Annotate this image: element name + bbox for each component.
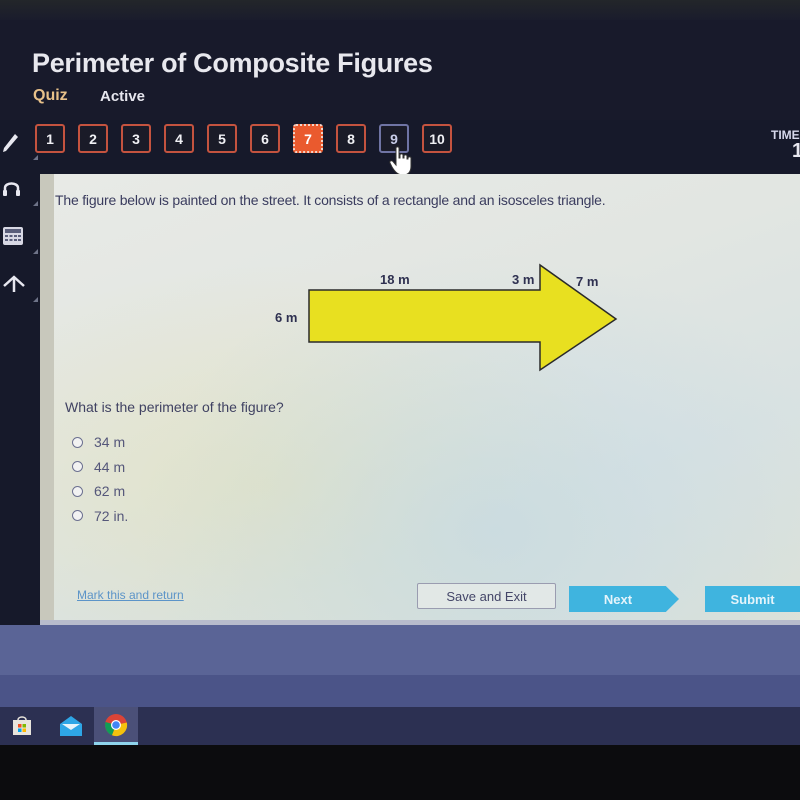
pencil-tool[interactable] — [0, 120, 40, 164]
answer-label: 44 m — [94, 458, 126, 475]
next-button[interactable]: Next — [569, 586, 679, 612]
arrow-shape — [308, 263, 618, 372]
question-button-10[interactable]: 10 — [422, 124, 452, 153]
label-notch: 3 m — [512, 272, 534, 287]
tool-rail — [0, 120, 40, 310]
label-left-width: 6 m — [275, 310, 297, 325]
radio-button[interactable] — [72, 485, 83, 497]
desktop-background-lower — [0, 675, 800, 707]
question-button-8[interactable]: 8 — [336, 124, 366, 153]
taskbar-chrome[interactable] — [94, 707, 138, 745]
arrow-figure: 18 m 3 m 7 m 6 m — [275, 263, 618, 372]
arrow-up-icon — [3, 275, 25, 292]
screen-top — [0, 0, 800, 20]
audio-tool[interactable] — [0, 166, 40, 210]
reference-tool[interactable] — [0, 262, 40, 306]
answer-label: 72 in. — [94, 507, 129, 524]
answer-option[interactable]: 72 in. — [72, 504, 128, 529]
question-button-3[interactable]: 3 — [121, 124, 151, 153]
monitor-bezel — [0, 745, 800, 800]
answer-options: 34 m 44 m 62 m 72 in. — [72, 430, 128, 528]
question-button-5[interactable]: 5 — [207, 124, 237, 153]
radio-button[interactable] — [72, 510, 83, 522]
calculator-tool[interactable] — [0, 214, 40, 258]
question-button-6[interactable]: 6 — [250, 124, 280, 153]
panel-edge — [40, 174, 54, 620]
status-label: Active — [100, 88, 146, 105]
desktop-background — [0, 625, 800, 675]
answer-label: 62 m — [94, 483, 126, 500]
label-slant: 7 m — [576, 274, 598, 289]
headphones-icon — [3, 182, 20, 196]
submit-button[interactable]: Submit — [705, 586, 800, 612]
microsoft-store-icon — [13, 716, 31, 735]
question-button-4[interactable]: 4 — [164, 124, 194, 153]
answer-label: 34 m — [94, 434, 126, 451]
question-text: What is the perimeter of the figure? — [65, 399, 284, 415]
timer-value: 1 — [792, 140, 800, 162]
hand-cursor-icon — [389, 146, 412, 176]
taskbar-mail[interactable] — [49, 707, 93, 745]
radio-button[interactable] — [72, 461, 83, 473]
taskbar-store[interactable] — [0, 707, 44, 745]
pencil-icon — [3, 134, 18, 152]
question-panel — [40, 174, 800, 620]
save-and-exit-button[interactable]: Save and Exit — [417, 583, 556, 609]
answer-option[interactable]: 62 m — [72, 479, 128, 504]
mail-icon — [60, 716, 82, 736]
page-title: Perimeter of Composite Figures — [32, 48, 433, 78]
quiz-label: Quiz — [33, 87, 68, 104]
chrome-icon — [105, 713, 128, 736]
question-button-7-current[interactable]: 7 — [293, 124, 323, 153]
answer-option[interactable]: 34 m — [72, 430, 128, 455]
radio-button[interactable] — [72, 436, 83, 448]
calculator-icon — [3, 227, 23, 245]
question-prompt: The figure below is painted on the stree… — [55, 192, 606, 208]
answer-option[interactable]: 44 m — [72, 455, 128, 480]
question-button-2[interactable]: 2 — [78, 124, 108, 153]
mark-and-return-link[interactable]: Mark this and return — [77, 588, 184, 602]
label-top-length: 18 m — [380, 272, 410, 287]
